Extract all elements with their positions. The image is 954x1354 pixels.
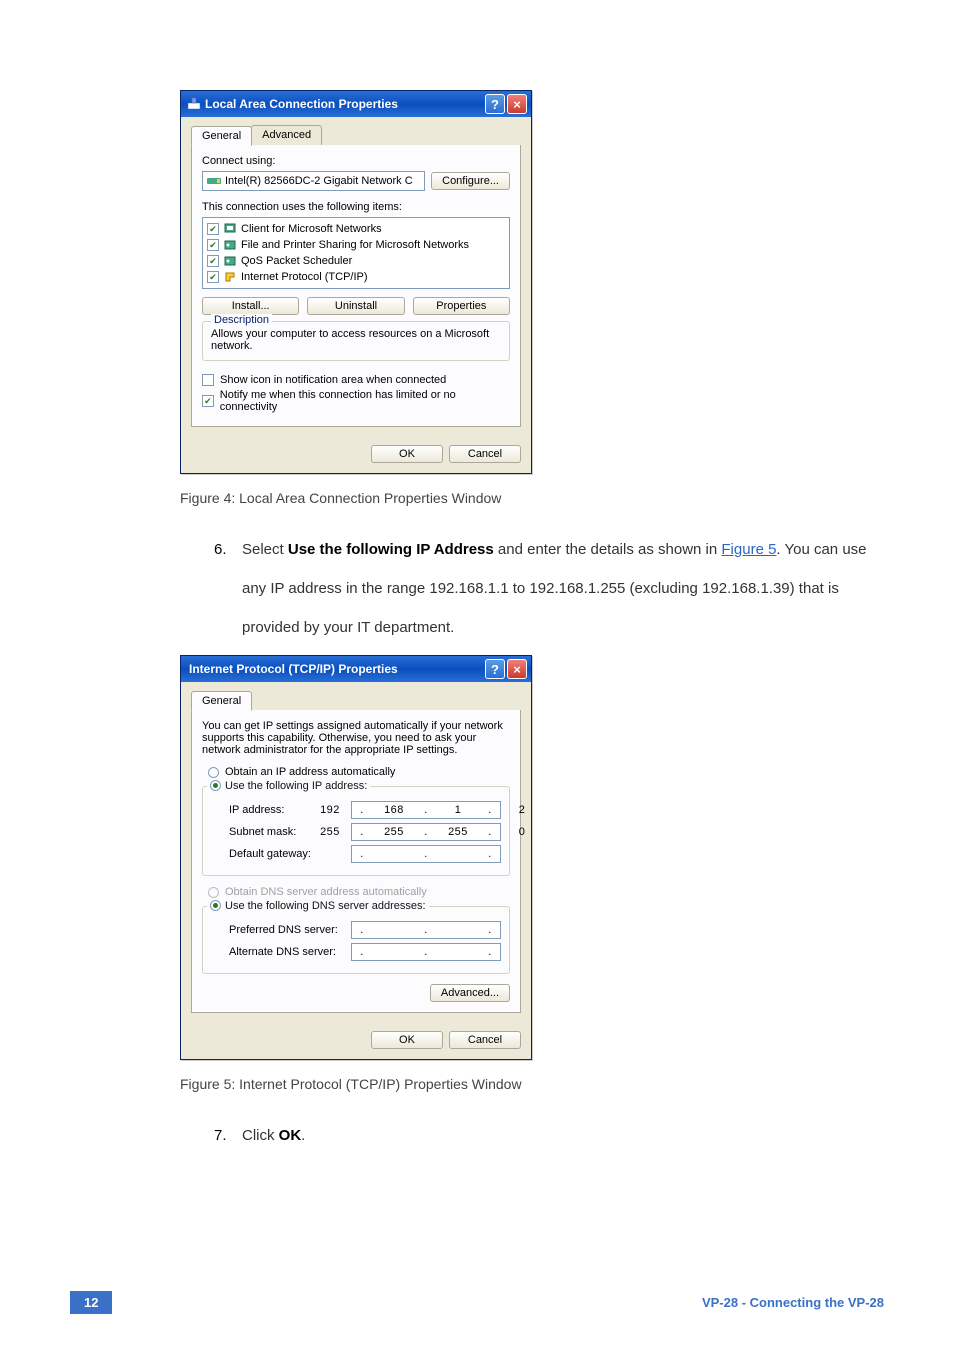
install-button[interactable]: Install...	[202, 297, 299, 315]
close-button[interactable]: ×	[507, 659, 527, 679]
tabs-row: General Advanced	[191, 125, 521, 146]
titlebar[interactable]: Internet Protocol (TCP/IP) Properties ? …	[181, 656, 531, 682]
show-icon-label: Show icon in notification area when conn…	[220, 374, 446, 386]
connection-icon	[187, 97, 201, 111]
use-ip-label: Use the following IP address:	[225, 780, 367, 792]
step-number: 6.	[214, 530, 242, 647]
obtain-ip-label: Obtain an IP address automatically	[225, 766, 395, 778]
description-group: Description Allows your computer to acce…	[202, 321, 510, 361]
list-item-label: Client for Microsoft Networks	[241, 223, 382, 235]
items-label: This connection uses the following items…	[202, 201, 510, 213]
title-text: Internet Protocol (TCP/IP) Properties	[189, 662, 483, 676]
subnet-input[interactable]: 255. 255. 255. 0	[351, 823, 501, 841]
description-title: Description	[211, 314, 272, 326]
tcpip-properties-dialog: Internet Protocol (TCP/IP) Properties ? …	[180, 655, 532, 1060]
checkbox[interactable]	[207, 239, 219, 251]
lac-properties-dialog: Local Area Connection Properties ? × Gen…	[180, 90, 532, 474]
section-title: VP-28 - Connecting the VP-28	[702, 1295, 884, 1310]
page-footer: 12 VP-28 - Connecting the VP-28	[0, 1291, 954, 1354]
step6-pre: Select	[242, 541, 288, 558]
obtain-dns-label: Obtain DNS server address automatically	[225, 886, 427, 898]
figure4-caption: Figure 4: Local Area Connection Properti…	[180, 490, 874, 506]
use-ip-radio[interactable]	[210, 780, 221, 791]
items-list[interactable]: Client for Microsoft Networks File and P…	[202, 217, 510, 289]
step6-bold: Use the following IP Address	[288, 541, 494, 558]
cancel-button[interactable]: Cancel	[449, 445, 521, 463]
step7-post: .	[301, 1127, 305, 1144]
ok-button[interactable]: OK	[371, 445, 443, 463]
notify-checkbox[interactable]	[202, 395, 214, 407]
adapter-name: Intel(R) 82566DC-2 Gigabit Network C	[225, 175, 413, 187]
protocol-icon	[223, 270, 237, 284]
service-icon	[223, 238, 237, 252]
checkbox[interactable]	[207, 271, 219, 283]
properties-button[interactable]: Properties	[413, 297, 510, 315]
page-number: 12	[70, 1291, 112, 1314]
use-ip-group: Use the following IP address: IP address…	[202, 786, 510, 876]
list-item-label: QoS Packet Scheduler	[241, 255, 352, 267]
pref-dns-input[interactable]: ...	[351, 921, 501, 939]
help-button[interactable]: ?	[485, 94, 505, 114]
help-button[interactable]: ?	[485, 659, 505, 679]
step6-post1: and enter the details as shown in	[494, 541, 722, 558]
alt-dns-label: Alternate DNS server:	[229, 946, 351, 958]
figure5-link[interactable]: Figure 5	[721, 541, 776, 558]
gateway-label: Default gateway:	[229, 848, 351, 860]
list-item-label: File and Printer Sharing for Microsoft N…	[241, 239, 469, 251]
list-item-label: Internet Protocol (TCP/IP)	[241, 271, 368, 283]
step-7: 7. Click OK.	[214, 1116, 874, 1155]
configure-button[interactable]: Configure...	[431, 172, 510, 190]
figure5-caption: Figure 5: Internet Protocol (TCP/IP) Pro…	[180, 1076, 874, 1092]
cancel-button[interactable]: Cancel	[449, 1031, 521, 1049]
tab-advanced[interactable]: Advanced	[251, 125, 322, 145]
close-button[interactable]: ×	[507, 94, 527, 114]
obtain-dns-radio	[208, 887, 219, 898]
adapter-field: Intel(R) 82566DC-2 Gigabit Network C	[202, 171, 425, 191]
list-item[interactable]: Internet Protocol (TCP/IP)	[207, 269, 505, 285]
title-text: Local Area Connection Properties	[205, 97, 483, 111]
tabs-row: General	[191, 690, 521, 711]
step-6: 6. Select Use the following IP Address a…	[214, 530, 874, 647]
notify-label: Notify me when this connection has limit…	[220, 389, 510, 413]
list-item[interactable]: Client for Microsoft Networks	[207, 221, 505, 237]
ip-address-input[interactable]: 192. 168. 1. 2	[351, 801, 501, 819]
client-icon	[223, 222, 237, 236]
checkbox[interactable]	[207, 255, 219, 267]
service-icon	[223, 254, 237, 268]
ok-button[interactable]: OK	[371, 1031, 443, 1049]
list-item[interactable]: File and Printer Sharing for Microsoft N…	[207, 237, 505, 253]
list-item[interactable]: QoS Packet Scheduler	[207, 253, 505, 269]
gateway-input[interactable]: ...	[351, 845, 501, 863]
obtain-ip-radio[interactable]	[208, 767, 219, 778]
intro-text: You can get IP settings assigned automat…	[202, 720, 510, 756]
step7-bold: OK	[279, 1127, 302, 1144]
use-dns-group: Use the following DNS server addresses: …	[202, 906, 510, 974]
step7-pre: Click	[242, 1127, 279, 1144]
step-number: 7.	[214, 1116, 242, 1155]
use-dns-radio[interactable]	[210, 900, 221, 911]
uninstall-button[interactable]: Uninstall	[307, 297, 404, 315]
use-dns-label: Use the following DNS server addresses:	[225, 900, 426, 912]
connect-using-label: Connect using:	[202, 155, 510, 167]
advanced-button[interactable]: Advanced...	[430, 984, 510, 1002]
tab-general[interactable]: General	[191, 126, 252, 146]
pref-dns-label: Preferred DNS server:	[229, 924, 351, 936]
tab-general[interactable]: General	[191, 691, 252, 711]
checkbox[interactable]	[207, 223, 219, 235]
titlebar[interactable]: Local Area Connection Properties ? ×	[181, 91, 531, 117]
show-icon-checkbox[interactable]	[202, 374, 214, 386]
alt-dns-input[interactable]: ...	[351, 943, 501, 961]
description-text: Allows your computer to access resources…	[211, 328, 501, 352]
nic-icon	[207, 176, 221, 186]
